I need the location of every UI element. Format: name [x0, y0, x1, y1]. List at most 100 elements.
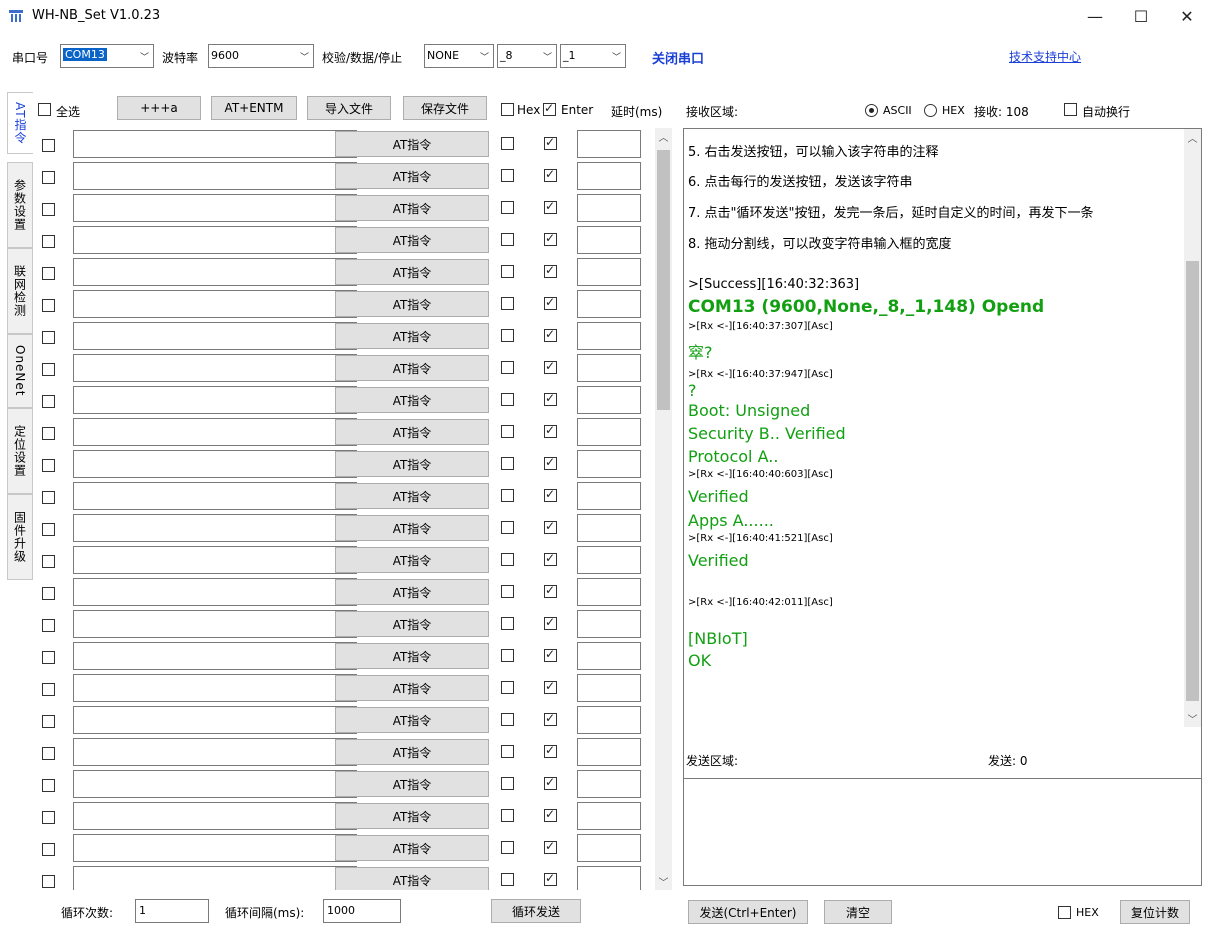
row-hex-checkbox[interactable]	[501, 201, 514, 214]
command-text-input[interactable]	[73, 418, 357, 446]
maximize-button[interactable]: ☐	[1118, 0, 1164, 32]
command-text-input[interactable]	[73, 290, 357, 318]
row-enter-checkbox[interactable]	[544, 519, 557, 534]
row-delay-input[interactable]	[577, 802, 641, 830]
row-delay-input[interactable]	[577, 738, 641, 766]
row-delay-input[interactable]	[577, 706, 641, 734]
row-delay-input[interactable]	[577, 226, 641, 254]
command-text-input[interactable]	[73, 802, 357, 830]
row-hex-checkbox[interactable]	[501, 233, 514, 246]
at-command-button[interactable]: AT指令	[335, 611, 489, 637]
command-text-input[interactable]	[73, 674, 357, 702]
row-delay-input[interactable]	[577, 258, 641, 286]
row-delay-input[interactable]	[577, 546, 641, 574]
row-delay-input[interactable]	[577, 194, 641, 222]
at-command-button[interactable]: AT指令	[335, 547, 489, 573]
command-text-input[interactable]	[73, 866, 357, 890]
row-hex-checkbox[interactable]	[501, 553, 514, 566]
row-hex-checkbox[interactable]	[501, 713, 514, 726]
loop-interval-input[interactable]: 1000	[323, 899, 401, 923]
send-button[interactable]: 发送(Ctrl+Enter)	[688, 900, 808, 924]
at-command-button[interactable]: AT指令	[335, 515, 489, 541]
command-text-input[interactable]	[73, 322, 357, 350]
command-text-input[interactable]	[73, 258, 357, 286]
row-delay-input[interactable]	[577, 322, 641, 350]
row-hex-checkbox[interactable]	[501, 393, 514, 406]
at-command-button[interactable]: AT指令	[335, 579, 489, 605]
minimize-button[interactable]: —	[1072, 0, 1118, 32]
row-enter-checkbox[interactable]	[544, 295, 557, 310]
command-text-input[interactable]	[73, 226, 357, 254]
close-button[interactable]: ✕	[1164, 0, 1210, 32]
at-command-button[interactable]: AT指令	[335, 131, 489, 157]
row-select-checkbox[interactable]	[42, 139, 55, 152]
command-text-input[interactable]	[73, 386, 357, 414]
row-delay-input[interactable]	[577, 770, 641, 798]
row-hex-checkbox[interactable]	[501, 137, 514, 150]
command-text-input[interactable]	[73, 546, 357, 574]
row-select-checkbox[interactable]	[42, 427, 55, 440]
row-enter-checkbox[interactable]	[544, 391, 557, 406]
row-hex-checkbox[interactable]	[501, 585, 514, 598]
command-text-input[interactable]	[73, 130, 357, 158]
tab-location-settings[interactable]: 定位设置	[7, 408, 33, 494]
row-select-checkbox[interactable]	[42, 331, 55, 344]
command-text-input[interactable]	[73, 642, 357, 670]
row-hex-checkbox[interactable]	[501, 329, 514, 342]
command-scrollbar[interactable]: ︿ ﹀	[655, 128, 672, 890]
at-command-button[interactable]: AT指令	[335, 451, 489, 477]
row-hex-checkbox[interactable]	[501, 265, 514, 278]
tab-param-settings[interactable]: 参数设置	[7, 162, 33, 248]
reset-count-button[interactable]: 复位计数	[1120, 900, 1190, 924]
command-text-input[interactable]	[73, 194, 357, 222]
row-enter-checkbox[interactable]	[544, 775, 557, 790]
scroll-up-icon[interactable]: ︿	[655, 128, 672, 145]
loop-send-button[interactable]: 循环发送	[491, 899, 581, 923]
row-enter-checkbox[interactable]	[544, 583, 557, 598]
row-select-checkbox[interactable]	[42, 459, 55, 472]
command-text-input[interactable]	[73, 578, 357, 606]
row-enter-checkbox[interactable]	[544, 743, 557, 758]
port-select[interactable]: COM13 ﹀	[60, 44, 154, 68]
at-command-button[interactable]: AT指令	[335, 227, 489, 253]
scroll-thumb[interactable]	[1186, 261, 1199, 701]
clear-button[interactable]: 清空	[824, 900, 892, 924]
at-command-button[interactable]: AT指令	[335, 163, 489, 189]
plus-a-button[interactable]: +++a	[117, 96, 201, 120]
select-all-checkbox[interactable]	[38, 103, 51, 116]
loop-count-input[interactable]: 1	[135, 899, 209, 923]
row-enter-checkbox[interactable]	[544, 807, 557, 822]
at-command-button[interactable]: AT指令	[335, 483, 489, 509]
row-hex-checkbox[interactable]	[501, 873, 514, 886]
at-command-button[interactable]: AT指令	[335, 739, 489, 765]
support-link[interactable]: 技术支持中心	[1009, 48, 1081, 65]
row-enter-checkbox[interactable]	[544, 199, 557, 214]
tab-onenet[interactable]: OneNet	[7, 334, 33, 408]
row-enter-checkbox[interactable]	[544, 871, 557, 886]
row-select-checkbox[interactable]	[42, 171, 55, 184]
tab-firmware-upgrade[interactable]: 固件升级	[7, 494, 33, 580]
row-hex-checkbox[interactable]	[501, 457, 514, 470]
row-hex-checkbox[interactable]	[501, 489, 514, 502]
row-delay-input[interactable]	[577, 162, 641, 190]
at-command-button[interactable]: AT指令	[335, 803, 489, 829]
row-delay-input[interactable]	[577, 386, 641, 414]
at-command-button[interactable]: AT指令	[335, 835, 489, 861]
row-hex-checkbox[interactable]	[501, 425, 514, 438]
command-text-input[interactable]	[73, 738, 357, 766]
scroll-down-icon[interactable]: ﹀	[655, 873, 672, 890]
row-select-checkbox[interactable]	[42, 491, 55, 504]
row-select-checkbox[interactable]	[42, 203, 55, 216]
command-text-input[interactable]	[73, 162, 357, 190]
command-text-input[interactable]	[73, 514, 357, 542]
row-select-checkbox[interactable]	[42, 875, 55, 888]
row-select-checkbox[interactable]	[42, 747, 55, 760]
row-hex-checkbox[interactable]	[501, 777, 514, 790]
command-text-input[interactable]	[73, 834, 357, 862]
save-file-button[interactable]: 保存文件	[403, 96, 487, 120]
at-command-button[interactable]: AT指令	[335, 867, 489, 890]
row-enter-checkbox[interactable]	[544, 615, 557, 630]
row-select-checkbox[interactable]	[42, 587, 55, 600]
data-bits-select[interactable]: _8 ﹀	[497, 44, 557, 68]
row-hex-checkbox[interactable]	[501, 297, 514, 310]
